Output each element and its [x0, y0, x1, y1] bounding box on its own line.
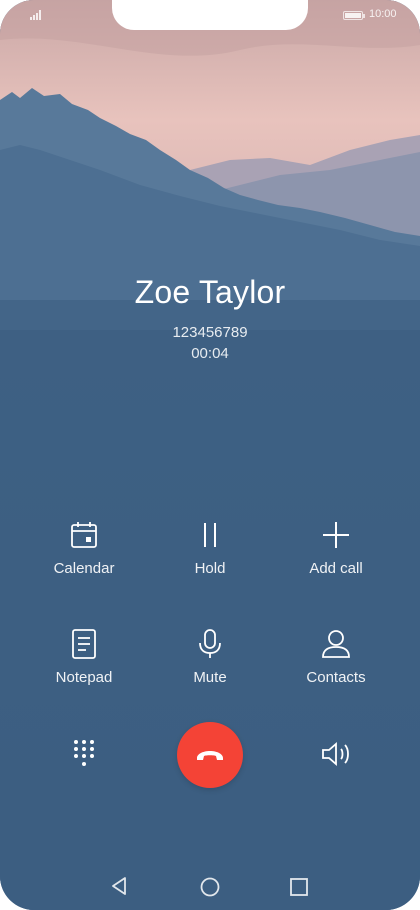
add-call-button[interactable]: Add call [276, 519, 396, 577]
recents-icon[interactable] [289, 877, 309, 897]
hold-button[interactable]: Hold [150, 519, 270, 577]
hold-label: Hold [194, 560, 226, 577]
keypad-icon[interactable] [72, 739, 96, 769]
person-icon [322, 630, 350, 658]
battery-icon [343, 11, 365, 20]
plus-icon [323, 522, 349, 548]
add-call-label: Add call [309, 560, 363, 577]
notepad-icon [72, 629, 96, 659]
calendar-icon [71, 522, 97, 548]
mute-button[interactable]: Mute [150, 628, 270, 686]
caller-name: Zoe Taylor [134, 274, 286, 310]
end-call-icon [197, 751, 223, 760]
navigation-bar [0, 868, 420, 904]
contacts-button[interactable]: Contacts [276, 628, 396, 686]
caller-number: 123456789 [172, 324, 248, 341]
phone-screen: 10:00 Zoe Taylor 123456789 00:04 Calenda… [0, 0, 420, 910]
pause-icon [204, 523, 216, 547]
speaker-icon[interactable] [320, 740, 352, 768]
status-time: 10:00 [369, 8, 397, 20]
signal-icon [30, 10, 41, 20]
status-bar: 10:00 [0, 6, 420, 24]
end-call-button[interactable] [177, 722, 243, 788]
notepad-button[interactable]: Notepad [24, 628, 144, 686]
microphone-icon [199, 629, 221, 658]
calendar-label: Calendar [53, 560, 115, 577]
back-icon[interactable] [110, 876, 130, 896]
mute-label: Mute [193, 669, 227, 686]
notepad-label: Notepad [55, 669, 113, 686]
calendar-button[interactable]: Calendar [24, 519, 144, 577]
contacts-label: Contacts [306, 669, 366, 686]
home-icon[interactable] [199, 876, 221, 898]
call-duration: 00:04 [191, 345, 229, 362]
